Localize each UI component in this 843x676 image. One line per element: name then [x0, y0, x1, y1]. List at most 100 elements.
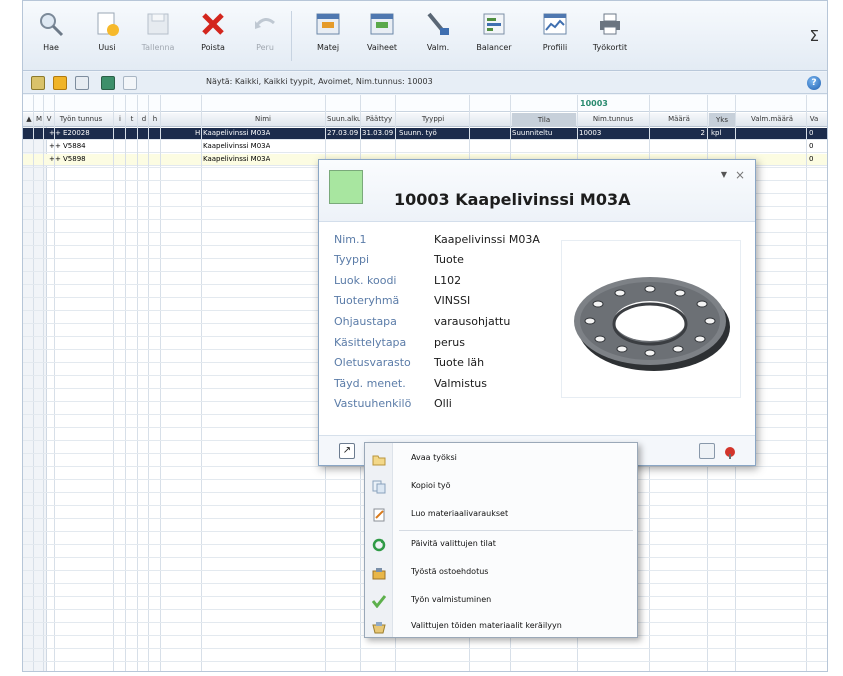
- edit-filter-icon[interactable]: [31, 76, 45, 90]
- search-button[interactable]: Hae: [29, 7, 73, 65]
- column-header[interactable]: Va: [808, 115, 820, 123]
- property-value: Olli: [434, 397, 452, 410]
- new-button-label: Uusi: [98, 43, 116, 52]
- menu-item-purchase-proposal[interactable]: Työstä ostoehdotus: [365, 561, 637, 583]
- column-header[interactable]: Tila: [512, 113, 576, 127]
- pin-icon[interactable]: [723, 444, 737, 459]
- column-header[interactable]: Päättyy: [362, 115, 396, 123]
- minimize-icon[interactable]: [699, 443, 715, 459]
- column-header[interactable]: Nim.tunnus: [579, 115, 647, 123]
- grid-column-line: [137, 95, 138, 671]
- grid-column-line: [125, 95, 126, 671]
- cell-v: +: [55, 142, 61, 150]
- workcards-button[interactable]: Työkortit: [588, 7, 632, 65]
- columns-icon[interactable]: [101, 76, 115, 90]
- save-button[interactable]: Tallenna: [136, 7, 180, 65]
- cell-v: +: [55, 129, 61, 137]
- property-key: Oletusvarasto: [334, 356, 411, 369]
- materials-window-icon: [315, 11, 341, 37]
- cell-last: 0: [809, 129, 814, 137]
- menu-item-label: Työn valmistuminen: [411, 595, 492, 604]
- profile-button-label: Profiili: [542, 43, 568, 52]
- manufacture-button[interactable]: Valm.: [416, 7, 460, 65]
- sigma-icon[interactable]: Σ: [810, 27, 819, 45]
- menu-item-copy-work[interactable]: Kopioi työ: [365, 475, 637, 497]
- column-header[interactable]: Valm.määrä: [737, 115, 807, 123]
- column-header[interactable]: t: [127, 115, 137, 123]
- materials-button[interactable]: Matej: [306, 7, 350, 65]
- sort-arrow-icon[interactable]: ▲: [25, 115, 33, 123]
- workcards-button-label: Työkortit: [592, 43, 628, 52]
- undo-button[interactable]: Peru: [243, 7, 287, 65]
- new-button[interactable]: Uusi: [85, 7, 129, 65]
- property-key: Ohjaustapa: [334, 315, 397, 328]
- cell-status: Suunniteltu: [512, 129, 553, 137]
- cell-h: H: [195, 129, 201, 137]
- cell-id: V5884: [63, 142, 86, 150]
- cell-last: 0: [809, 142, 814, 150]
- balancer-button-label: Balancer: [476, 43, 512, 52]
- context-menu: Avaa työksi Kopioi työ Luo materiaalivar…: [364, 442, 638, 638]
- property-value: Tuote läh: [434, 356, 485, 369]
- undo-button-label: Peru: [256, 43, 274, 52]
- column-header[interactable]: Työn tunnus: [55, 115, 107, 123]
- property-key: Tyyppi: [334, 253, 370, 266]
- copy-icon: [372, 479, 386, 494]
- menu-item-work-completion[interactable]: Työn valmistuminen: [365, 589, 637, 611]
- menu-item-label: Valittujen töiden materiaalit keräilyyn: [411, 621, 562, 630]
- delete-icon: [200, 11, 226, 37]
- grid-column-line: [113, 95, 114, 671]
- phases-button-label: Vaiheet: [366, 43, 398, 52]
- cell-id: E20028: [63, 129, 90, 137]
- layout-icon[interactable]: [123, 76, 137, 90]
- property-value: L102: [434, 274, 462, 287]
- checkmark-icon: [371, 593, 387, 609]
- report-icon[interactable]: [75, 76, 89, 90]
- folder-icon[interactable]: [53, 76, 67, 90]
- grid-column-line: [43, 95, 44, 671]
- property-value: Tuote: [434, 253, 464, 266]
- picking-icon: [372, 619, 386, 634]
- item-color-swatch: [329, 170, 363, 204]
- menu-item-create-reservations[interactable]: Luo materiaalivaraukset: [365, 503, 637, 525]
- close-icon[interactable]: ×: [735, 168, 745, 182]
- grid-column-line: [54, 95, 55, 671]
- phases-button[interactable]: Vaiheet: [360, 7, 404, 65]
- column-header[interactable]: Määrä: [651, 115, 707, 123]
- new-document-icon: [94, 11, 120, 37]
- column-header[interactable]: h: [150, 115, 160, 123]
- search-button-label: Hae: [43, 43, 59, 52]
- menu-item-label: Luo materiaalivaraukset: [411, 509, 509, 518]
- balancer-button[interactable]: Balancer: [472, 7, 516, 65]
- column-header[interactable]: i: [115, 115, 125, 123]
- open-link-icon[interactable]: ↗: [339, 443, 355, 459]
- toolbar: Hae Uusi Tallenna Poista Peru Matej Vaih…: [23, 1, 827, 71]
- cell-type: Suunn. työ: [399, 129, 437, 137]
- property-key: Tuoteryhmä: [334, 294, 400, 307]
- dropdown-arrow-icon[interactable]: ▼: [721, 170, 727, 179]
- menu-item-open-as-work[interactable]: Avaa työksi: [365, 447, 637, 469]
- property-key: Luok. koodi: [334, 274, 397, 287]
- manufacture-button-label: Valm.: [426, 43, 450, 52]
- materials-button-label: Matej: [316, 43, 340, 52]
- help-icon[interactable]: ?: [807, 76, 821, 90]
- profile-button[interactable]: Profiili: [533, 7, 577, 65]
- delete-button-label: Poista: [201, 43, 225, 52]
- menu-item-update-statuses[interactable]: Päivitä valittujen tilat: [365, 533, 637, 555]
- column-header[interactable]: Yks: [709, 113, 735, 127]
- property-value: varausohjattu: [434, 315, 511, 328]
- delete-button[interactable]: Poista: [191, 7, 235, 65]
- filter-toolbar: Näytä: Kaikki, Kaikki tyypit, Avoimet, N…: [23, 72, 827, 94]
- profile-chart-icon: [542, 11, 568, 37]
- cell-name: Kaapelivinssi M03A: [203, 155, 271, 163]
- grid-row-line: [23, 661, 827, 662]
- property-key: Täyd. menet.: [334, 377, 406, 390]
- cell-name: Kaapelivinssi M03A: [203, 129, 271, 137]
- column-header[interactable]: Tyyppi: [399, 115, 467, 123]
- column-header[interactable]: V: [44, 115, 54, 123]
- column-header[interactable]: Suun.alku: [327, 115, 361, 123]
- filter-description: Näytä: Kaikki, Kaikki tyypit, Avoimet, N…: [206, 77, 433, 86]
- column-header[interactable]: Nimi: [203, 115, 323, 123]
- menu-item-materials-to-picking[interactable]: Valittujen töiden materiaalit keräilyyn: [365, 615, 637, 637]
- filter-value-item[interactable]: 10003: [580, 99, 608, 108]
